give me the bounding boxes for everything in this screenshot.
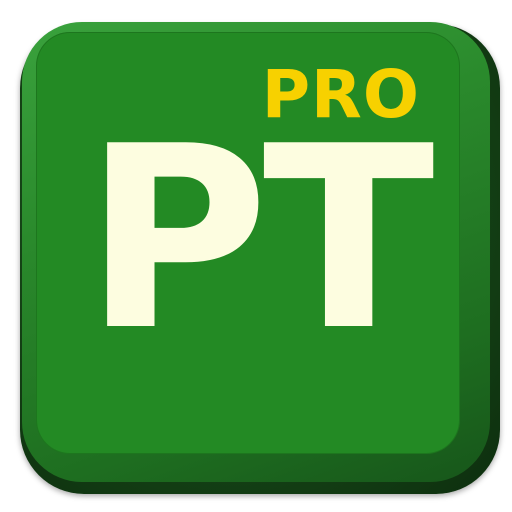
app-icon[interactable]: PRO PT xyxy=(0,0,512,512)
app-monogram: PT xyxy=(84,93,435,386)
